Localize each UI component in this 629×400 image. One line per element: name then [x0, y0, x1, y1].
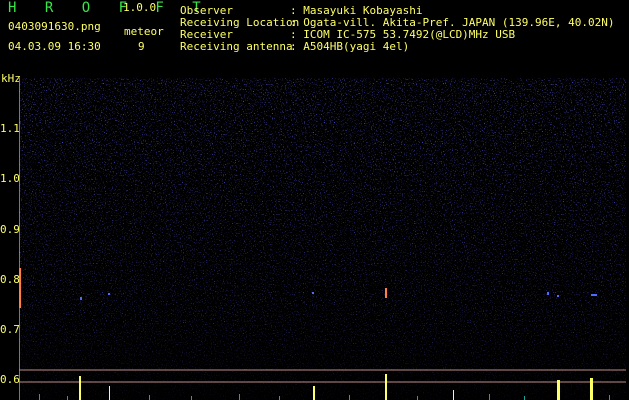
freq-tick-0-9: 0.9 — [0, 223, 20, 236]
file-name: 0403091630.png — [8, 20, 101, 33]
app-version: 1.0.0 — [123, 1, 157, 14]
freq-tick-0-6: 0.6 — [0, 373, 20, 386]
meteor-echo — [385, 288, 387, 298]
meteor-label: meteor — [124, 25, 164, 38]
freq-tick-0-7: 0.7 — [0, 323, 20, 336]
meteor-echo — [385, 374, 387, 400]
meteor-echo — [79, 376, 81, 400]
antenna-label: Receiving antenna — [180, 40, 293, 53]
antenna-value: : A504HB(yagi 4el) — [290, 40, 410, 53]
freq-tick-0-8: 0.8 — [0, 273, 20, 286]
meteor-count: 9 — [138, 40, 145, 53]
freq-tick-1-0: 1.0 — [0, 172, 20, 185]
spectrogram-noise — [19, 78, 626, 400]
meteor-echo — [590, 378, 593, 400]
meteor-echo — [313, 386, 315, 400]
freq-tick-1-1: 1.1 — [0, 122, 20, 135]
meteor-echo — [557, 380, 560, 400]
freq-unit-label: kHz — [1, 72, 21, 85]
meteor-echo — [453, 390, 454, 400]
date-time: 04.03.09 16:30 — [8, 40, 101, 53]
meteor-echo — [109, 386, 110, 400]
spectrogram-canvas — [19, 78, 626, 400]
meteor-echo — [19, 268, 21, 308]
